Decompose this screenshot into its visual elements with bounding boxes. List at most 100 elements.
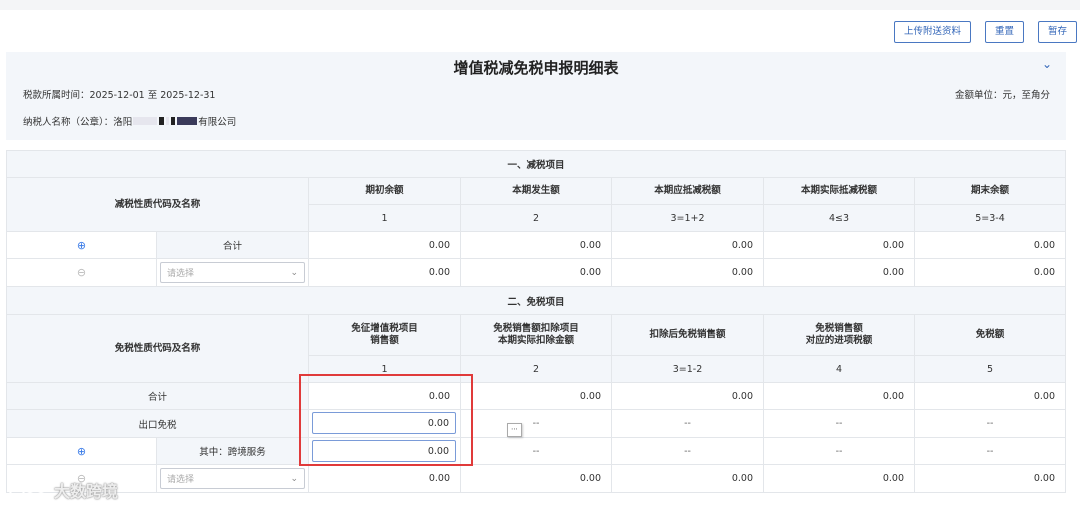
column-header: 本期实际抵减税额 [764,178,915,205]
upload-attachment-button[interactable]: 上传附送资料 [893,21,971,43]
column-header: 免税销售额扣除项目 本期实际扣除金额 [461,315,612,356]
column-header-line: 免征增值税项目 [351,323,418,334]
column-header-line: 销售额 [370,335,399,346]
redaction-mark [133,117,158,125]
highlight-box [299,374,473,466]
column-header: 本期发生额 [461,178,612,205]
tax-period: 税款所属时间：2025-12-01 至 2025-12-31 [23,90,216,101]
column-index: 5=3-4 [915,205,1066,232]
exemption-code-select[interactable]: 请选择 ⌄ [160,468,305,489]
select-cell: 请选择 ⌄ [157,259,309,287]
value-cell: 0.00 [309,232,461,259]
redaction-mark [166,117,170,125]
value-cell: 0.00 [915,259,1066,287]
total-label: 合计 [157,232,309,259]
value-cell: 0.00 [612,232,764,259]
add-circle-icon[interactable]: ⊕ [77,445,86,458]
column-index: 5 [915,356,1066,383]
add-row-cell: ⊕ [6,232,157,259]
taxpayer-name: 纳税人名称（公章）：洛阳 有限公司 [23,114,236,128]
value-cell: 0.00 [612,383,764,410]
column-index: 4 [764,356,915,383]
reset-button[interactable]: 重置 [984,21,1024,43]
taxpayer-suffix: 有限公司 [198,117,237,128]
value-cell: 0.00 [461,259,612,287]
value-cell: 0.00 [915,383,1066,410]
value-cell: -- [612,410,764,438]
chevron-down-icon: ⌄ [290,267,298,278]
value-cell: 0.00 [915,465,1066,493]
chevron-down-icon: ⌄ [290,473,298,484]
watermark-text: 大数跨境 [54,482,119,501]
export-exemption-label: 出口免税 [6,410,309,438]
column-header-line: 本期实际扣除金额 [497,335,574,346]
column-header: 免税销售额 对应的进项税额 [764,315,915,356]
value-cell: -- [461,438,612,465]
value-cell: -- [915,438,1066,465]
column-header: 免税额 [915,315,1066,356]
select-placeholder: 请选择 [167,475,195,485]
column-header-line: 对应的进项税额 [805,335,873,346]
value-cell: 0.00 [915,232,1066,259]
crossborder-label: 其中：跨境服务 [157,438,309,465]
select-cell: 请选择 ⌄ [157,465,309,493]
column-index: 3=1+2 [612,205,764,232]
value-cell: 0.00 [461,232,612,259]
value-cell: 0.00 [612,259,764,287]
watermark-logo-icon [9,482,46,498]
column-header: 扣除后免税销售额 [612,315,764,356]
section-title: 一、减税项目 [6,150,1066,178]
column-header-line: 扣除后免税销售额 [649,329,726,340]
value-cell: 0.00 [764,259,915,287]
table-row: ⊕ 合计 0.00 0.00 0.00 0.00 0.00 [6,232,1066,259]
column-index: 1 [309,205,461,232]
table-row: ⊖ 请选择 ⌄ 0.00 0.00 0.00 0.00 0.00 [6,465,1066,493]
value-cell: 0.00 [309,465,461,493]
value-cell: 0.00 [309,259,461,287]
table-row: 出口免税 0.00 -- -- -- -- [6,410,1066,438]
value-cell: 0.00 [764,465,915,493]
value-cell: 0.00 [461,383,612,410]
column-index: 2 [461,205,612,232]
column-header: 本期应抵减税额 [612,178,764,205]
top-strip [0,0,1080,10]
select-placeholder: 请选择 [167,269,195,279]
value-cell: -- [915,410,1066,438]
value-cell: 0.00 [461,465,612,493]
column-index-row: 1 2 3=1+2 4≤3 5=3-4 [6,205,1066,232]
reduction-code-select[interactable]: 请选择 ⌄ [160,262,305,283]
value-cell: -- [612,438,764,465]
column-header-line: 免税额 [975,329,1005,340]
section-title: 二、免税项目 [6,287,1066,315]
column-label-row: 期初余额 本期发生额 本期应抵减税额 本期实际抵减税额 期末余额 [6,178,1066,205]
redaction-mark [159,117,165,125]
column-index: 4≤3 [764,205,915,232]
value-cell: -- [764,410,915,438]
value-cell: -- [764,438,915,465]
redaction-mark [177,117,198,125]
column-header-line: 免税销售额 [815,323,863,334]
section-title-row: 二、免税项目 [6,287,1066,315]
remove-circle-icon[interactable]: ⊖ [77,266,86,279]
chevron-down-icon[interactable]: ⌄ [1042,57,1052,71]
column-header: 期末余额 [915,178,1066,205]
form-header: 增值税减免税申报明细表 ⌄ 税款所属时间：2025-12-01 至 2025-1… [6,52,1066,140]
section-title-row: 一、减税项目 [6,150,1066,178]
column-index: 2 [461,356,612,383]
value-cell: 0.00 [764,232,915,259]
page-title: 增值税减免税申报明细表 [453,59,619,77]
watermark: 大数跨境 [8,478,118,502]
total-label: 合计 [6,383,309,410]
redaction-mark [171,117,176,125]
value-cell: -- [461,410,612,438]
value-cell: 0.00 [612,465,764,493]
more-options-icon[interactable]: ⋯ [507,423,522,437]
column-index-row: 1 2 3=1-2 4 5 [6,356,1066,383]
column-header-line: 免税销售额扣除项目 [493,323,579,334]
amount-unit: 金额单位：元，至角分 [954,90,1050,101]
value-cell: 0.00 [764,383,915,410]
save-draft-button[interactable]: 暂存 [1037,21,1077,43]
add-row-cell: ⊕ [6,438,157,465]
table-row: ⊕ 其中：跨境服务 0.00 -- -- -- -- [6,438,1066,465]
add-circle-icon[interactable]: ⊕ [77,239,86,252]
